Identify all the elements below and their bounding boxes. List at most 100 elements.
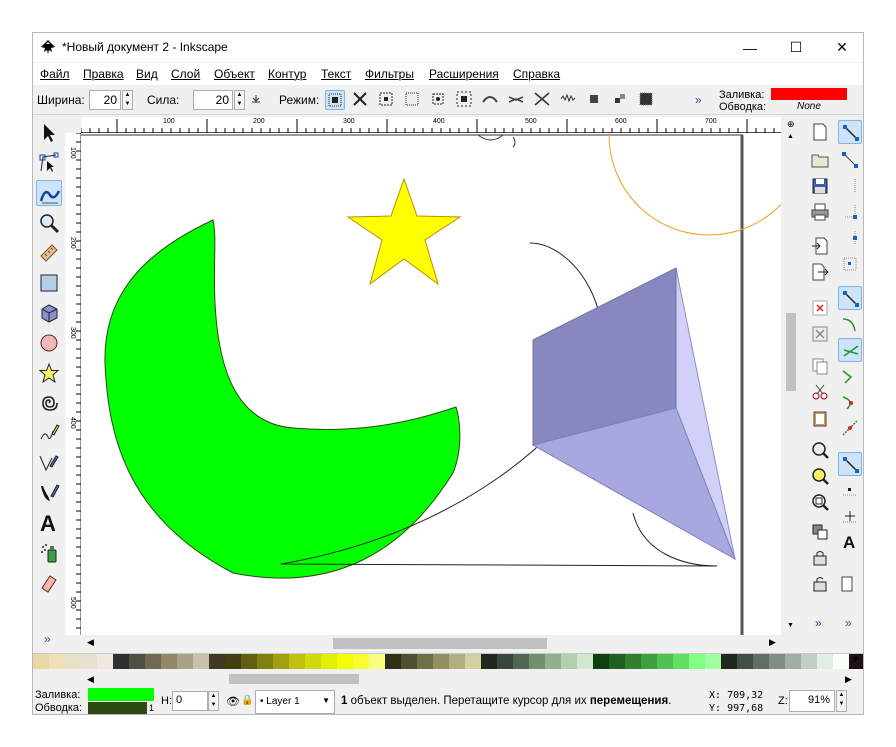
rectangle-tool[interactable] xyxy=(36,270,62,296)
layer-visibility-icon[interactable]: 👁 xyxy=(226,695,240,708)
palette-swatch[interactable] xyxy=(49,654,65,669)
palette-swatch[interactable] xyxy=(641,654,657,669)
palette-swatch[interactable] xyxy=(593,654,609,669)
menu-path[interactable]: Контур xyxy=(268,67,306,81)
status-fill-swatch[interactable] xyxy=(88,688,154,701)
force-input[interactable]: 20 xyxy=(193,90,233,110)
zoom-input[interactable]: 91% xyxy=(789,690,835,712)
palette-swatch[interactable] xyxy=(145,654,161,669)
palette-swatch[interactable] xyxy=(545,654,561,669)
group-button[interactable] xyxy=(808,546,832,570)
spiral-tool[interactable] xyxy=(36,390,62,416)
star-tool[interactable] xyxy=(36,360,62,386)
zoom-page-button[interactable] xyxy=(808,490,832,514)
measure-tool[interactable] xyxy=(36,240,62,266)
save-button[interactable] xyxy=(808,174,832,198)
open-button[interactable] xyxy=(808,148,832,172)
status-h-spinner[interactable]: ▲ ▼ xyxy=(208,691,219,711)
selector-tool[interactable] xyxy=(36,120,62,146)
palette-swatch[interactable] xyxy=(257,654,273,669)
palette-swatch[interactable] xyxy=(305,654,321,669)
menu-extensions[interactable]: Расширения xyxy=(429,67,499,81)
status-scroll-left-icon[interactable]: ◀ xyxy=(87,674,94,685)
palette-swatch[interactable] xyxy=(97,654,113,669)
undo-button[interactable] xyxy=(808,296,832,320)
import-button[interactable] xyxy=(808,234,832,258)
palette-swatch[interactable] xyxy=(369,654,385,669)
menu-layer[interactable]: Слой xyxy=(171,67,200,81)
snap-object-center-button[interactable] xyxy=(838,478,862,502)
ellipse-tool[interactable] xyxy=(36,330,62,356)
toolbox-overflow-button[interactable]: » xyxy=(44,632,51,646)
mode-rotate-button[interactable] xyxy=(429,90,449,110)
minimize-button[interactable]: — xyxy=(727,33,773,62)
palette-swatch[interactable] xyxy=(241,654,257,669)
palette-swatch[interactable] xyxy=(193,654,209,669)
status-stroke-width[interactable]: 1 xyxy=(149,703,154,713)
zoom-selection-button[interactable] xyxy=(808,438,832,462)
horizontal-scrollbar[interactable]: ◀ ▶ xyxy=(81,635,783,651)
snap-midpoints-button[interactable] xyxy=(838,416,862,440)
zoom-tool[interactable] xyxy=(36,210,62,236)
mode-shrink-button[interactable] xyxy=(507,90,527,110)
snap-cusp-button[interactable] xyxy=(838,364,862,388)
scroll-right-icon[interactable]: ▶ xyxy=(769,637,776,648)
snap-bbox-button[interactable] xyxy=(838,148,862,172)
snap-bbox-midpoint-button[interactable] xyxy=(838,226,862,250)
snap-bbox-corner-button[interactable] xyxy=(838,200,862,224)
palette-scroll-icon[interactable]: ▼ xyxy=(851,654,860,664)
palette-swatch[interactable] xyxy=(721,654,737,669)
snap-bbox-center-button[interactable] xyxy=(838,252,862,276)
status-scroll-thumb[interactable] xyxy=(229,674,359,684)
palette-swatch[interactable] xyxy=(161,654,177,669)
palette-swatch[interactable] xyxy=(401,654,417,669)
print-button[interactable] xyxy=(808,200,832,224)
spray-tool[interactable] xyxy=(36,540,62,566)
palette-swatch[interactable] xyxy=(785,654,801,669)
palette-swatch[interactable] xyxy=(321,654,337,669)
palette-swatch[interactable] xyxy=(353,654,369,669)
palette-swatch[interactable] xyxy=(497,654,513,669)
redo-button[interactable] xyxy=(808,322,832,346)
palette-swatch[interactable] xyxy=(33,654,49,669)
mode-push-button[interactable] xyxy=(481,90,501,110)
paste-button[interactable] xyxy=(808,406,832,430)
palette-swatch[interactable] xyxy=(465,654,481,669)
snap-nodes-button[interactable] xyxy=(838,286,862,310)
mode-paint-button[interactable] xyxy=(585,90,605,110)
menu-help[interactable]: Справка xyxy=(513,67,560,81)
snap-paths-button[interactable] xyxy=(838,312,862,336)
menu-view[interactable]: Вид xyxy=(136,67,158,81)
mode-blur-button[interactable] xyxy=(637,90,657,110)
mode-roughen-button[interactable] xyxy=(559,90,579,110)
small-arc-shape-2[interactable] xyxy=(512,136,516,148)
snap-intersection-button[interactable] xyxy=(838,338,862,362)
palette-swatch[interactable] xyxy=(81,654,97,669)
palette-swatch[interactable] xyxy=(657,654,673,669)
snap-rotation-center-button[interactable] xyxy=(838,504,862,528)
palette-swatch[interactable] xyxy=(385,654,401,669)
palette-swatch[interactable] xyxy=(561,654,577,669)
palette-swatch[interactable] xyxy=(65,654,81,669)
close-button[interactable]: ✕ xyxy=(819,33,863,62)
pen-tool[interactable] xyxy=(36,450,62,476)
zoom-spinner[interactable]: ▲ ▼ xyxy=(836,690,847,712)
drawing-canvas[interactable] xyxy=(81,133,781,635)
duplicate-button[interactable] xyxy=(808,520,832,544)
palette-swatch[interactable] xyxy=(529,654,545,669)
status-h-input[interactable]: 0 xyxy=(172,691,208,711)
green-crescent[interactable] xyxy=(104,219,461,579)
snap-bbox-edge-button[interactable] xyxy=(838,174,862,198)
snap-text-baseline-button[interactable]: A xyxy=(838,530,862,554)
copy-button[interactable] xyxy=(808,354,832,378)
palette-swatch[interactable] xyxy=(513,654,529,669)
mode-scale-button[interactable] xyxy=(403,90,423,110)
zoom-drawing-button[interactable] xyxy=(808,464,832,488)
palette-swatch[interactable] xyxy=(273,654,289,669)
vertical-scrollbar[interactable]: ⊕ ▲ ▼ xyxy=(783,117,799,635)
width-spinner[interactable]: ▲ ▼ xyxy=(122,90,133,110)
mode-jitter-button[interactable] xyxy=(377,90,397,110)
snap-overflow-button[interactable]: » xyxy=(845,616,852,630)
palette-swatch[interactable] xyxy=(129,654,145,669)
palette-swatch[interactable] xyxy=(449,654,465,669)
